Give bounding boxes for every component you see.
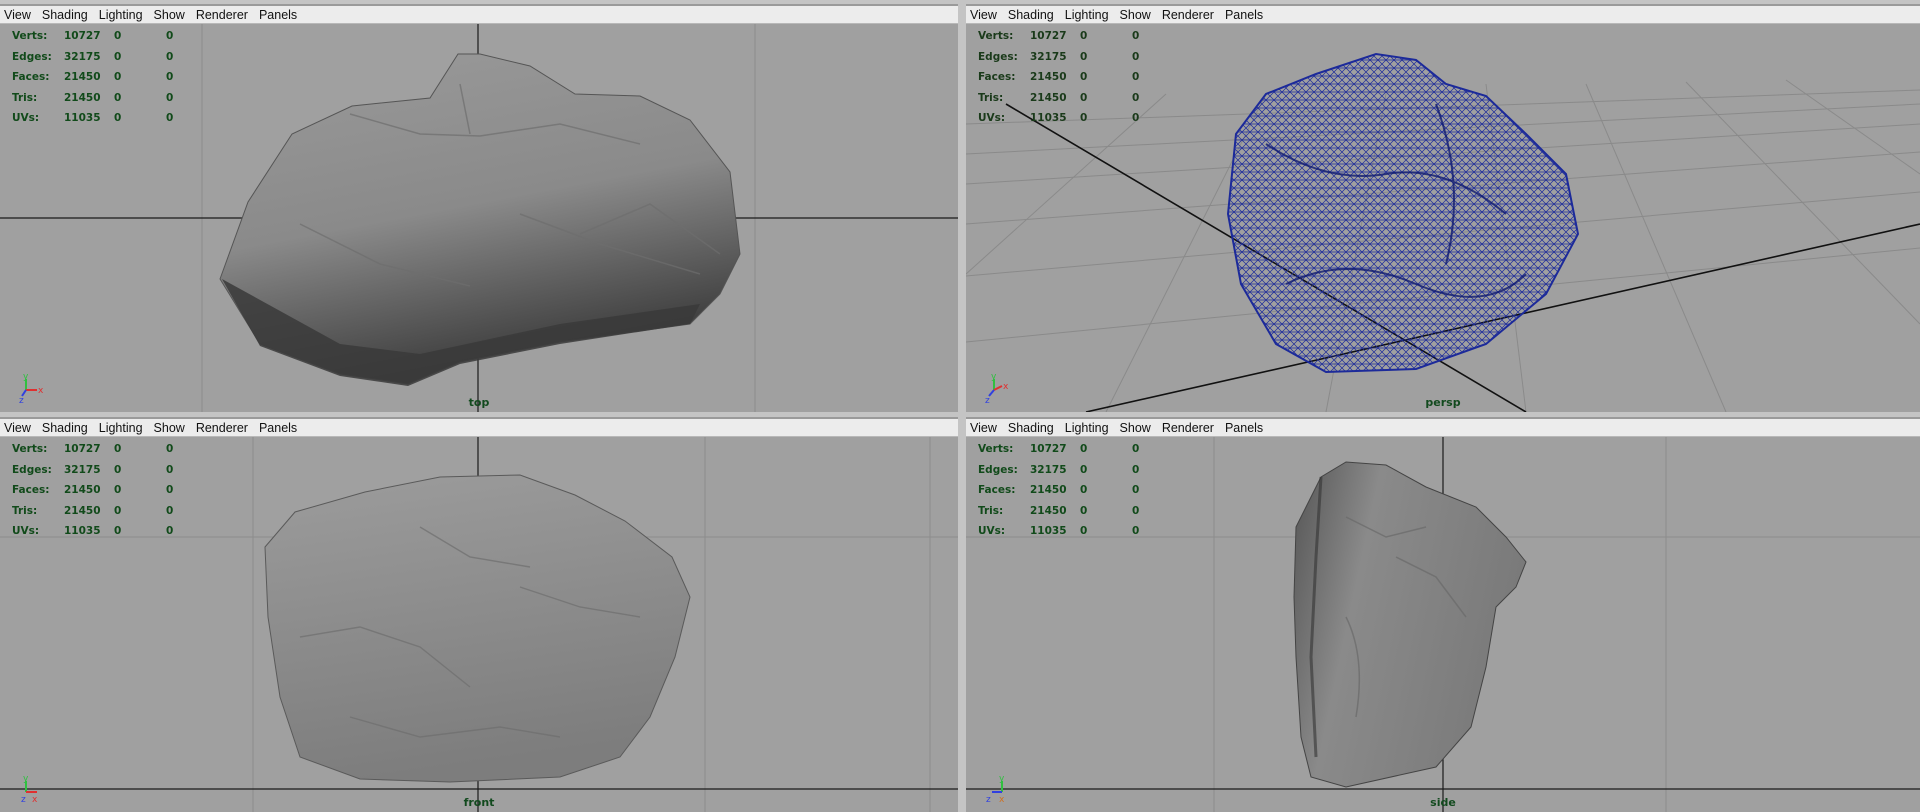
viewport-canvas[interactable]: Verts: 10727 0 0 Edges: 32175 0 0 Faces: 21450 0… <box>966 437 1920 812</box>
menu-lighting[interactable]: Lighting <box>99 421 143 435</box>
panel-menubar: View Shading Lighting Show Renderer Pane… <box>966 4 1920 24</box>
hud-row-tris: Tris: 21450 0 0 <box>978 91 1140 104</box>
menu-panels[interactable]: Panels <box>1225 421 1263 435</box>
menu-view[interactable]: View <box>4 421 31 435</box>
viewport-canvas[interactable]: Verts: 10727 0 0 Edges: 32175 0 0 Faces: 21450 0… <box>0 437 958 812</box>
camera-label: top <box>468 396 490 409</box>
hud-poly-count: Verts: 10727 0 0 Edges: 32175 0 0 Faces: 21450 0… <box>978 439 1172 542</box>
axis-label-y: y <box>23 774 29 784</box>
menu-renderer[interactable]: Renderer <box>1162 8 1214 22</box>
menu-view[interactable]: View <box>4 8 31 22</box>
hud-row-faces: Faces: 21450 0 0 <box>978 71 1140 83</box>
axis-label-x: x <box>38 386 44 396</box>
rock-mesh <box>264 474 691 783</box>
hud-poly-count: Verts: 10727 0 0 Edges: 32175 0 0 Faces: 21450 0… <box>978 26 1172 129</box>
hud-row-edges: Edges: 32175 0 0 <box>12 50 174 63</box>
menu-show[interactable]: Show <box>1120 421 1151 435</box>
menu-shading[interactable]: Shading <box>1008 8 1054 22</box>
camera-label: side <box>1430 796 1456 809</box>
hud-row-verts: Verts: 10727 0 0 <box>978 30 1140 42</box>
hud-poly-count: Verts: 10727 0 0 Edges: 32175 0 0 Faces: 21450 0… <box>12 26 206 129</box>
axis-label-y: y <box>991 372 997 382</box>
hud-row-edges: Edges: 32175 0 0 <box>978 463 1140 476</box>
viewport-canvas[interactable]: Verts: 10727 0 0 Edges: 32175 0 0 Faces: 21450 0… <box>966 24 1920 412</box>
menu-show[interactable]: Show <box>1120 8 1151 22</box>
menu-renderer[interactable]: Renderer <box>1162 421 1214 435</box>
menu-panels[interactable]: Panels <box>259 8 297 22</box>
viewport-canvas[interactable]: Verts: 10727 0 0 Edges: 32175 0 0 Faces: 21450 0… <box>0 24 958 412</box>
menu-lighting[interactable]: Lighting <box>1065 421 1109 435</box>
menu-view[interactable]: View <box>970 421 997 435</box>
hud-row-tris: Tris: 21450 0 0 <box>12 91 174 104</box>
menu-renderer[interactable]: Renderer <box>196 8 248 22</box>
panel-menubar: View Shading Lighting Show Renderer Pane… <box>966 417 1920 437</box>
rock-wireframe <box>1226 52 1580 374</box>
hud-row-uvs: UVs: 11035 0 0 <box>978 525 1140 537</box>
menu-lighting[interactable]: Lighting <box>1065 8 1109 22</box>
hud-row-verts: Verts: 10727 0 0 <box>12 30 174 42</box>
axis-label-x: x <box>1003 382 1009 392</box>
menu-panels[interactable]: Panels <box>259 421 297 435</box>
menu-renderer[interactable]: Renderer <box>196 421 248 435</box>
menu-show[interactable]: Show <box>154 8 185 22</box>
hud-row-uvs: UVs: 11035 0 0 <box>978 112 1140 124</box>
hud-row-verts: Verts: 10727 0 0 <box>978 443 1140 455</box>
viewport-panel-persp[interactable]: View Shading Lighting Show Renderer Pane… <box>966 4 1920 412</box>
menu-view[interactable]: View <box>970 8 997 22</box>
hud-row-uvs: UVs: 11035 0 0 <box>12 525 174 537</box>
hud-row-tris: Tris: 21450 0 0 <box>12 504 174 517</box>
viewport-panel-side[interactable]: View Shading Lighting Show Renderer Pane… <box>966 417 1920 812</box>
rock-mesh <box>1293 461 1527 788</box>
viewport-panel-top[interactable]: View Shading Lighting Show Renderer Pane… <box>0 4 958 412</box>
menu-lighting[interactable]: Lighting <box>99 8 143 22</box>
hud-row-verts: Verts: 10727 0 0 <box>12 443 174 455</box>
hud-row-faces: Faces: 21450 0 0 <box>12 71 174 83</box>
panel-menubar: View Shading Lighting Show Renderer Pane… <box>0 417 958 437</box>
camera-label: persp <box>1425 396 1461 409</box>
panel-menubar: View Shading Lighting Show Renderer Pane… <box>0 4 958 24</box>
menu-shading[interactable]: Shading <box>42 421 88 435</box>
hud-poly-count: Verts: 10727 0 0 Edges: 32175 0 0 Faces: 21450 0… <box>12 439 206 542</box>
axis-label-y: y <box>999 774 1005 784</box>
camera-label: front <box>463 796 495 809</box>
axis-label-y: y <box>23 372 29 382</box>
hud-row-uvs: UVs: 11035 0 0 <box>12 112 174 124</box>
menu-shading[interactable]: Shading <box>1008 421 1054 435</box>
hud-row-edges: Edges: 32175 0 0 <box>12 463 174 476</box>
menu-panels[interactable]: Panels <box>1225 8 1263 22</box>
hud-row-tris: Tris: 21450 0 0 <box>978 504 1140 517</box>
menu-show[interactable]: Show <box>154 421 185 435</box>
hud-row-edges: Edges: 32175 0 0 <box>978 50 1140 63</box>
hud-row-faces: Faces: 21450 0 0 <box>978 484 1140 496</box>
hud-row-faces: Faces: 21450 0 0 <box>12 484 174 496</box>
menu-shading[interactable]: Shading <box>42 8 88 22</box>
viewport-panel-front[interactable]: View Shading Lighting Show Renderer Pane… <box>0 417 958 812</box>
